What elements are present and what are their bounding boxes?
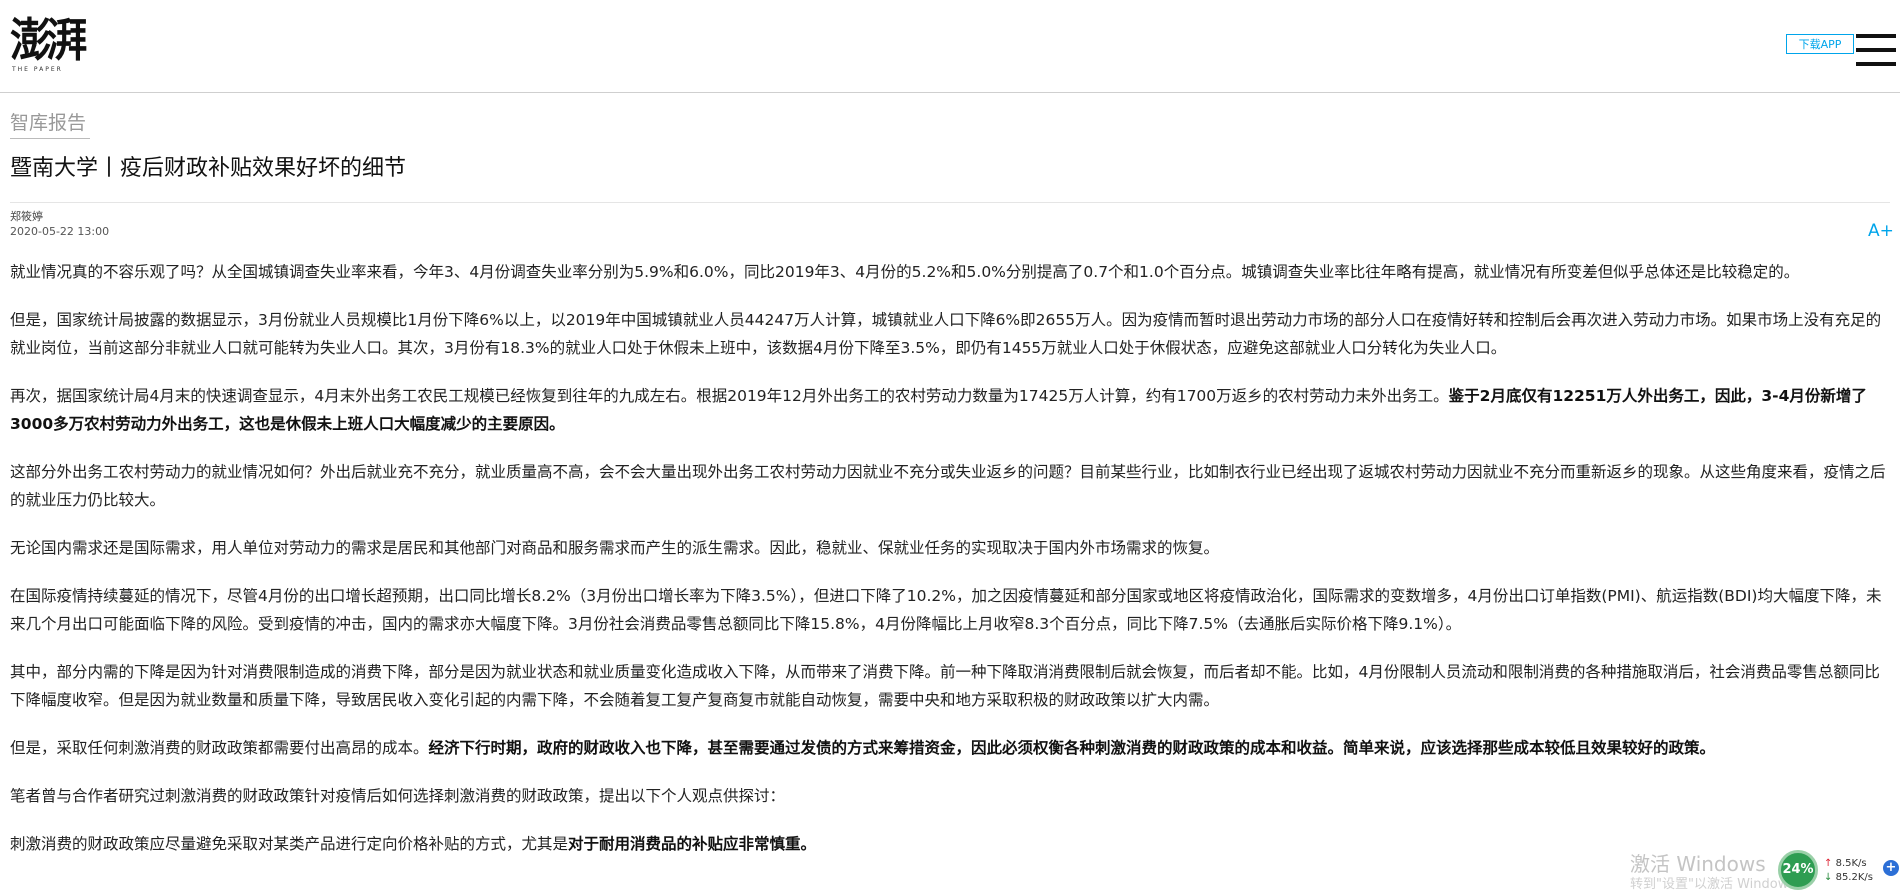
paragraph-text: 其中，部分内需的下降是因为针对消费限制造成的消费下降，部分是因为就业状态和就业质… bbox=[10, 663, 1880, 709]
site-logo[interactable]: 澎湃 THE PAPER bbox=[10, 14, 106, 76]
article-paragraph: 这部分外出务工农村劳动力的就业情况如何？外出后就业充不充分，就业质量高不高，会不… bbox=[10, 458, 1890, 514]
article-paragraph: 无论国内需求还是国际需求，用人单位对劳动力的需求是居民和其他部门对商品和服务需求… bbox=[10, 534, 1890, 562]
section-underline bbox=[10, 138, 90, 139]
paragraph-text: 笔者曾与合作者研究过刺激消费的财政政策针对疫情后如何选择刺激消费的财政政策，提出… bbox=[10, 787, 786, 805]
paragraph-text: 但是，国家统计局披露的数据显示，3月份就业人员规模比1月份下降6%以上，以201… bbox=[10, 311, 1882, 357]
paragraph-text: 无论国内需求还是国际需求，用人单位对劳动力的需求是居民和其他部门对商品和服务需求… bbox=[10, 539, 1220, 557]
network-speed-widget[interactable]: 24% ↑ 8.5K/s ↓ 85.2K/s + bbox=[1774, 848, 1900, 891]
paragraph-text: 刺激消费的财政政策应尽量避免采取对某类产品进行定向价格补贴的方式，尤其是 bbox=[10, 835, 569, 853]
paragraph-bold-text: 对于耐用消费品的补贴应非常慎重。 bbox=[568, 835, 817, 853]
article-paragraph: 在国际疫情持续蔓延的情况下，尽管4月份的出口增长超预期，出口同比增长8.2%（3… bbox=[10, 582, 1890, 638]
article-author: 郑筱婷 bbox=[10, 210, 43, 223]
upload-speed-value: 8.5K/s bbox=[1835, 858, 1867, 869]
title-divider bbox=[10, 202, 1890, 203]
logo-subtext: THE PAPER bbox=[12, 66, 63, 73]
memory-usage-badge: 24% bbox=[1778, 850, 1818, 890]
download-arrow-icon: ↓ bbox=[1824, 872, 1833, 883]
paragraph-text: 这部分外出务工农村劳动力的就业情况如何？外出后就业充不充分，就业质量高不高，会不… bbox=[10, 463, 1886, 509]
paragraph-text: 再次，据国家统计局4月末的快速调查显示，4月末外出务工农民工规模已经恢复到往年的… bbox=[10, 387, 1449, 405]
article-paragraph: 其中，部分内需的下降是因为针对消费限制造成的消费下降，部分是因为就业状态和就业质… bbox=[10, 658, 1890, 714]
article-title: 暨南大学丨疫后财政补贴效果好坏的细节 bbox=[10, 156, 407, 181]
paragraph-text: 在国际疫情持续蔓延的情况下，尽管4月份的出口增长超预期，出口同比增长8.2%（3… bbox=[10, 587, 1882, 633]
upload-arrow-icon: ↑ bbox=[1824, 858, 1833, 869]
article-paragraph: 刺激消费的财政政策应尽量避免采取对某类产品进行定向价格补贴的方式，尤其是对于耐用… bbox=[10, 830, 1890, 858]
font-size-increase-button[interactable]: A+ bbox=[1868, 220, 1894, 242]
paragraph-text: 但是，采取任何刺激消费的财政政策都需要付出高昂的成本。 bbox=[10, 739, 429, 757]
article-body: 就业情况真的不容乐观了吗？从全国城镇调查失业率来看，今年3、4月份调查失业率分别… bbox=[10, 258, 1890, 878]
section-label[interactable]: 智库报告 bbox=[10, 110, 86, 136]
logo-text: 澎湃 bbox=[10, 13, 87, 67]
article-paragraph: 但是，国家统计局披露的数据显示，3月份就业人员规模比1月份下降6%以上，以201… bbox=[10, 306, 1890, 362]
article-paragraph: 再次，据国家统计局4月末的快速调查显示，4月末外出务工农民工规模已经恢复到往年的… bbox=[10, 382, 1890, 438]
article-paragraph: 但是，采取任何刺激消费的财政政策都需要付出高昂的成本。经济下行时期，政府的财政收… bbox=[10, 734, 1890, 762]
article-date: 2020-05-22 13:00 bbox=[10, 225, 110, 238]
download-speed: ↓ 85.2K/s bbox=[1824, 872, 1873, 884]
hamburger-menu-icon[interactable] bbox=[1856, 34, 1896, 72]
article-paragraph: 就业情况真的不容乐观了吗？从全国城镇调查失业率来看，今年3、4月份调查失业率分别… bbox=[10, 258, 1890, 286]
site-header: 澎湃 THE PAPER 下载APP bbox=[0, 0, 1900, 93]
paragraph-text: 就业情况真的不容乐观了吗？从全国城镇调查失业率来看，今年3、4月份调查失业率分别… bbox=[10, 263, 1800, 281]
paragraph-bold-text: 经济下行时期，政府的财政收入也下降，甚至需要通过发债的方式来筹措资金，因此必须权… bbox=[428, 739, 1716, 757]
plus-icon[interactable]: + bbox=[1883, 860, 1899, 876]
download-app-button[interactable]: 下载APP bbox=[1786, 34, 1854, 54]
download-speed-value: 85.2K/s bbox=[1835, 872, 1873, 883]
upload-speed: ↑ 8.5K/s bbox=[1824, 858, 1867, 870]
article-paragraph: 笔者曾与合作者研究过刺激消费的财政政策针对疫情后如何选择刺激消费的财政政策，提出… bbox=[10, 782, 1890, 810]
windows-activation-watermark: 激活 Windows bbox=[1630, 852, 1766, 876]
